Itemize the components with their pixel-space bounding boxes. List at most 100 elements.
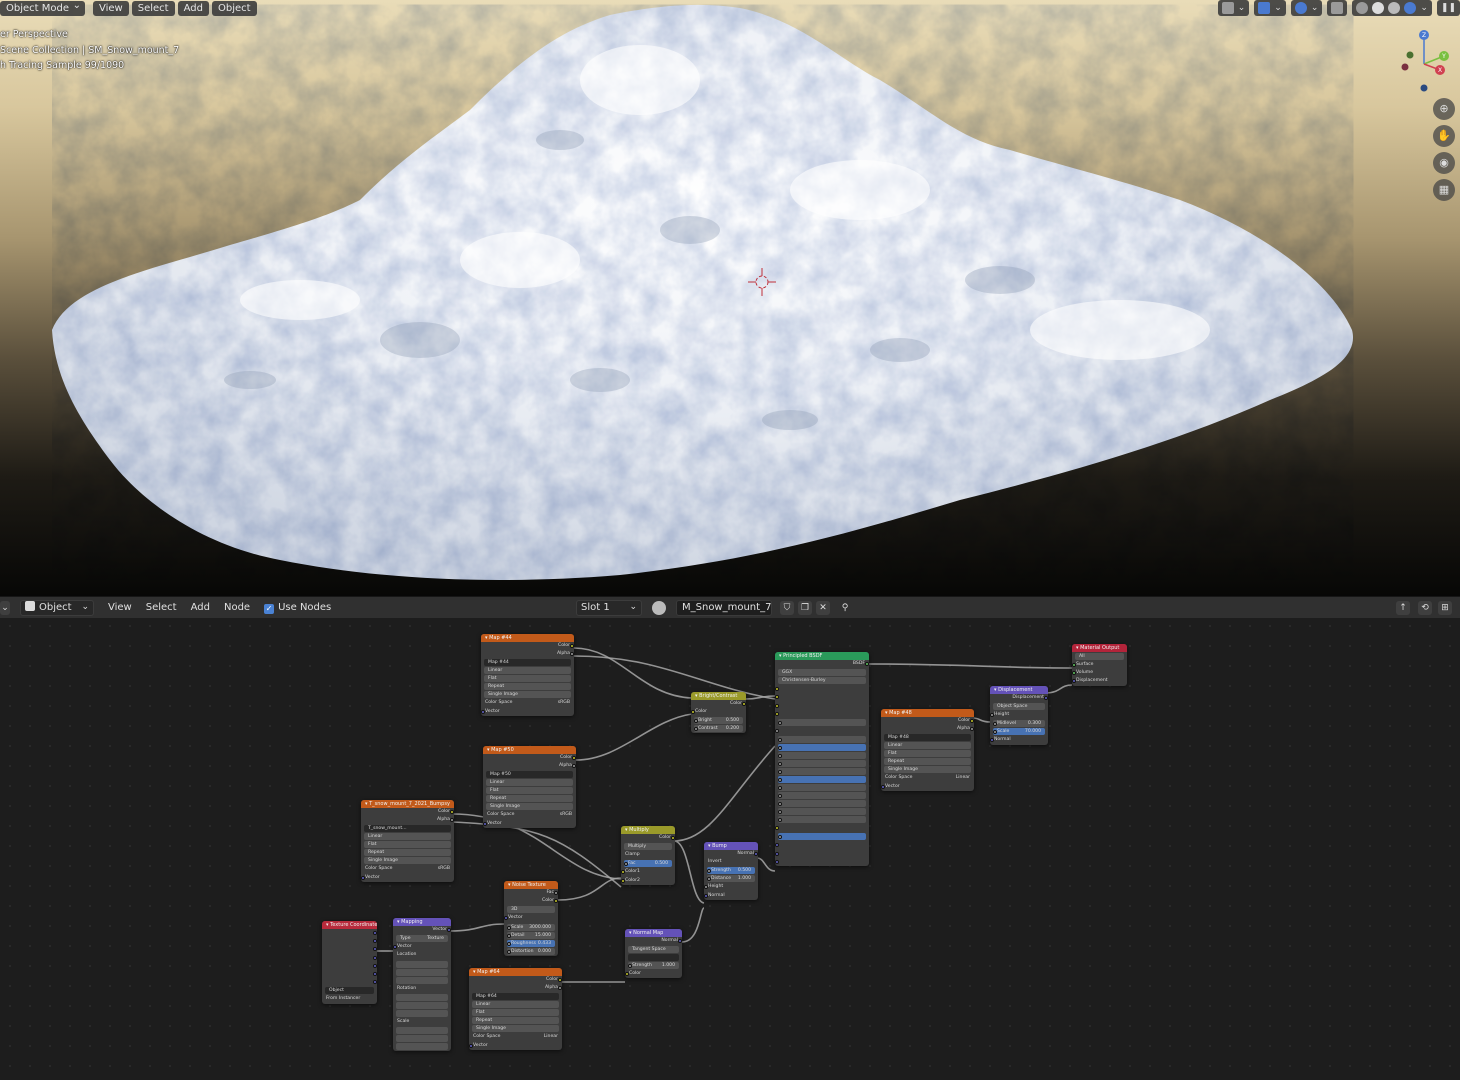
output-socket[interactable] (554, 899, 558, 904)
input-socket[interactable] (1072, 663, 1076, 667)
node-field[interactable] (396, 960, 448, 968)
gizmo-toggle[interactable]: ⌄ (1254, 0, 1286, 16)
image-texture-node-map44[interactable]: ▾ Map #44 Color Alpha Map #44 Linear Flat Repe… (481, 634, 574, 716)
input-socket[interactable] (778, 786, 782, 791)
input-socket[interactable] (775, 728, 779, 733)
image-texture-node-map48[interactable]: ▾ Map #48 Color Alpha Map #48 Linear Flat Repe… (881, 709, 974, 791)
input-socket[interactable] (704, 893, 708, 898)
xray-toggle[interactable] (1327, 0, 1348, 16)
solid-shading-icon[interactable] (1372, 2, 1385, 14)
input-socket[interactable] (778, 746, 782, 751)
shading-modes[interactable]: ⌄ (1352, 0, 1432, 16)
material-shading-icon[interactable] (1388, 2, 1401, 14)
node-field[interactable]: Tangent Space (628, 946, 679, 954)
input-socket[interactable] (775, 851, 779, 856)
source-dropdown[interactable]: Single Image (484, 691, 571, 699)
input-socket[interactable] (778, 794, 782, 799)
interpolation-dropdown[interactable]: Linear (486, 779, 573, 787)
node-header[interactable]: ▾ Material Output (1072, 644, 1127, 652)
input-socket[interactable] (481, 709, 485, 714)
node-field[interactable] (396, 1026, 448, 1034)
input-socket[interactable] (469, 1043, 473, 1048)
source-dropdown[interactable]: Single Image (486, 803, 573, 811)
rendered-shading-icon[interactable] (1404, 2, 1417, 14)
node-header[interactable]: ▾ Displacement (990, 686, 1048, 694)
node-field[interactable]: Roughness 0.433 (507, 939, 555, 947)
input-socket[interactable] (507, 933, 511, 938)
input-socket[interactable] (881, 784, 885, 789)
output-socket[interactable] (450, 818, 454, 823)
overlay-toggle[interactable]: ⌄ (1290, 0, 1323, 16)
node-field[interactable]: Contrast 0.200 (694, 725, 743, 733)
output-socket[interactable] (970, 727, 974, 732)
output-socket[interactable] (1044, 696, 1048, 700)
object-menu[interactable]: Object (211, 1, 257, 16)
projection-dropdown[interactable]: Flat (472, 1009, 559, 1017)
normal-map-node[interactable]: ▾ Normal Map Normal Tangent Space Strength 1… (625, 929, 682, 979)
node-field[interactable]: Clamp (621, 851, 675, 859)
image-texture-node-bump[interactable]: ▾ T_snow_mount_7_2021_Bumpsy Color Alpha T_… (361, 800, 454, 882)
grid-perspective-icon[interactable]: ▦ (1433, 179, 1455, 201)
texture-coordinate-node[interactable]: ▾ Texture Coordinate Object From Instancer (322, 921, 377, 1004)
bump-node[interactable]: ▾ Bump Normal Invert Strength 0.500 Distance 1… (704, 842, 758, 900)
input-socket[interactable] (483, 821, 487, 826)
output-socket[interactable] (570, 652, 574, 657)
node-header[interactable]: ▾ Normal Map (625, 929, 682, 937)
distribution-dropdown[interactable]: GGX (778, 669, 866, 677)
input-socket[interactable] (778, 802, 782, 807)
image-texture-node-map64[interactable]: ▾ Map #64 Color Alpha Map #64 Linear Flat Repe… (469, 968, 562, 1050)
bsdf-input[interactable] (778, 833, 866, 841)
zoom-icon[interactable]: ⊕ (1433, 98, 1455, 120)
subsurface-method-dropdown[interactable]: Christensen-Burley (778, 677, 866, 685)
color-space-dropdown[interactable]: Color Space sRGB (361, 865, 454, 873)
output-socket[interactable] (447, 928, 451, 932)
node-field[interactable]: 3D (507, 906, 555, 914)
color-space-dropdown[interactable]: Color Space sRGB (481, 699, 574, 707)
node-field[interactable]: Midlevel 0.300 (993, 720, 1045, 728)
color-space-dropdown[interactable]: Color Space sRGB (483, 811, 576, 819)
shader-node-editor[interactable]: ⌄ Object ⌄ View Select Add Node ✓ Use Node… (0, 596, 1460, 1080)
extension-dropdown[interactable]: Repeat (884, 758, 971, 766)
projection-dropdown[interactable]: Flat (364, 841, 451, 849)
node-header[interactable]: ▾ Noise Texture (504, 881, 558, 889)
node-field[interactable] (396, 1042, 448, 1050)
input-socket[interactable] (507, 949, 511, 954)
camera-icon[interactable]: ◉ (1433, 152, 1455, 174)
node-header[interactable]: ▾ Map #44 (481, 634, 574, 642)
bsdf-input[interactable] (778, 760, 866, 768)
output-socket[interactable] (373, 931, 377, 935)
select-menu[interactable]: Select (131, 1, 175, 16)
output-socket[interactable] (970, 719, 974, 723)
node-field[interactable]: Distortion 0.000 (507, 947, 555, 955)
input-socket[interactable] (507, 941, 511, 946)
output-socket[interactable] (754, 852, 758, 856)
noise-texture-node[interactable]: ▾ Noise Texture Fac Color 3D Vector Scale 3000… (504, 881, 558, 956)
node-field[interactable]: Detail 15.000 (507, 931, 555, 939)
extension-dropdown[interactable]: Repeat (364, 849, 451, 857)
projection-dropdown[interactable]: Flat (884, 750, 971, 758)
node-field[interactable] (396, 968, 448, 976)
node-field[interactable]: Strength 1.000 (628, 962, 679, 970)
input-socket[interactable] (361, 875, 365, 880)
bsdf-input[interactable] (778, 776, 866, 784)
bsdf-input[interactable] (778, 784, 866, 792)
input-socket[interactable] (775, 687, 779, 692)
node-header[interactable]: ▾ Map #50 (483, 746, 576, 754)
input-socket[interactable] (778, 835, 782, 840)
node-field[interactable]: Object (325, 987, 374, 995)
visibility-toggle[interactable]: ⌄ (1217, 0, 1250, 16)
extension-dropdown[interactable]: Repeat (486, 795, 573, 803)
input-socket[interactable] (778, 818, 782, 823)
output-socket[interactable] (373, 955, 377, 960)
output-socket[interactable] (373, 947, 377, 952)
output-socket[interactable] (558, 986, 562, 991)
node-header[interactable]: ▾ Map #64 (469, 968, 562, 976)
source-dropdown[interactable]: Single Image (472, 1025, 559, 1033)
image-texture-node-map50[interactable]: ▾ Map #50 Color Alpha Map #50 Linear Flat Repe… (483, 746, 576, 828)
output-socket[interactable] (678, 939, 682, 943)
mix-multiply-node[interactable]: ▾ Multiply Color Multiply Clamp Fac 0.500 Colo… (621, 826, 675, 885)
wireframe-shading-icon[interactable] (1356, 2, 1369, 14)
input-socket[interactable] (778, 738, 782, 743)
input-socket[interactable] (775, 703, 779, 708)
output-socket[interactable] (570, 644, 574, 648)
